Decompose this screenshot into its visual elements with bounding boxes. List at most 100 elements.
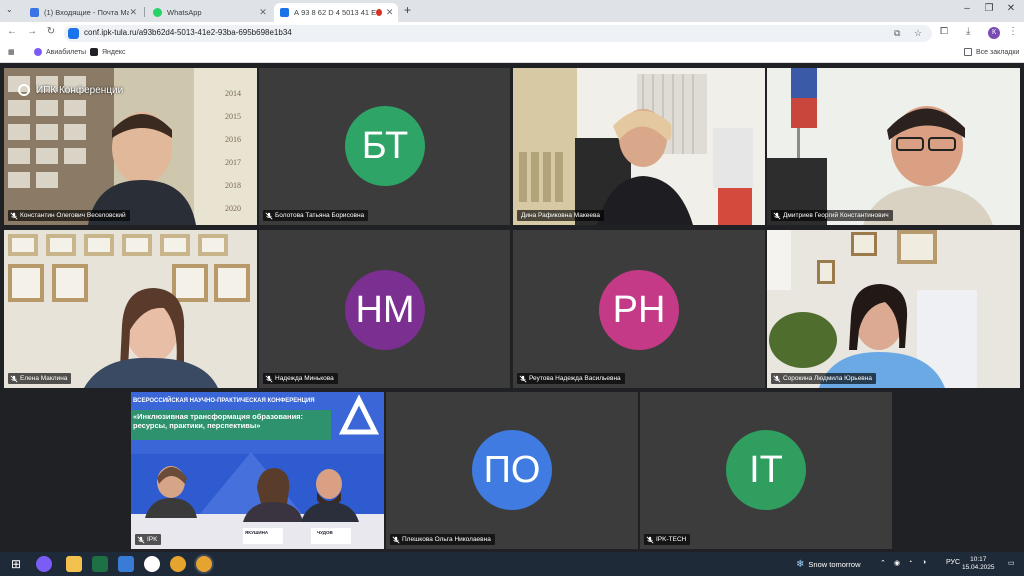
yandex-browser-icon[interactable] bbox=[144, 556, 160, 572]
tab-title: WhatsApp bbox=[167, 8, 202, 17]
participant-name-tag: Реутова Надежда Васильевна bbox=[517, 373, 625, 384]
participant-avatar: IT bbox=[726, 430, 806, 510]
participant-tile[interactable]: ПО Плешкова Ольга Николаевна bbox=[386, 392, 638, 549]
new-tab-button[interactable]: + bbox=[404, 3, 411, 17]
browser-toolbar: ← → ↻ conf.ipk-tula.ru/a93b62d4-5013-41e… bbox=[0, 22, 1024, 44]
windows-taskbar: ⊞ ❄ Snow tomorrow ⌃ ◉ ◔ ◑ РУС 10:17 15.0… bbox=[0, 552, 1024, 576]
tab-whatsapp[interactable]: WhatsApp ✕ bbox=[147, 3, 272, 22]
clock[interactable]: 10:17 15.04.2025 bbox=[962, 556, 995, 572]
banner-subtitle: «Инклюзивная трансформация образования: bbox=[133, 412, 304, 421]
file-explorer-icon[interactable] bbox=[66, 556, 82, 572]
conference-favicon-icon bbox=[280, 8, 289, 17]
forward-button[interactable]: → bbox=[26, 26, 38, 37]
participant-avatar: НМ bbox=[345, 270, 425, 350]
mail-favicon-icon bbox=[30, 8, 39, 17]
wall-years: 2014 2015 2016 2017 2018 2020 bbox=[218, 82, 248, 220]
participant-tile[interactable]: Дмитриев Георгий Константинович bbox=[767, 68, 1020, 225]
reload-button[interactable]: ↻ bbox=[45, 26, 57, 37]
participant-avatar: БТ bbox=[345, 106, 425, 186]
site-info-icon[interactable] bbox=[68, 28, 79, 39]
participant-name-tag: Сорокина Людмила Юрьевна bbox=[771, 373, 876, 384]
participant-name: Дмитриев Георгий Константинович bbox=[783, 212, 889, 219]
chrome-active-icon[interactable] bbox=[196, 556, 212, 572]
alice-icon[interactable] bbox=[36, 556, 52, 572]
conference-banner: ВСЕРОССИЙСКАЯ НАУЧНО-ПРАКТИЧЕСКАЯ КОНФЕР… bbox=[133, 398, 333, 430]
mic-muted-icon bbox=[773, 375, 781, 383]
participant-tile[interactable]: IT IPK-TECH bbox=[640, 392, 892, 549]
mic-muted-icon bbox=[773, 212, 781, 220]
install-app-icon[interactable]: ⧉ bbox=[894, 28, 900, 39]
close-icon[interactable]: ✕ bbox=[258, 7, 268, 18]
wall-year: 2014 bbox=[225, 89, 241, 98]
minimize-button[interactable]: – bbox=[960, 3, 974, 14]
participant-name: IPK-TECH bbox=[656, 536, 687, 543]
wifi-icon[interactable]: ◔ bbox=[908, 559, 912, 566]
menu-icon[interactable]: ⋮ bbox=[1008, 26, 1018, 37]
wall-year: 2018 bbox=[225, 181, 241, 190]
tab-conference[interactable]: А 93 8 62 D 4 5013 41 Е 2 9 ✕ bbox=[274, 3, 398, 22]
participant-tile[interactable]: ВСЕРОССИЙСКАЯ НАУЧНО-ПРАКТИЧЕСКАЯ КОНФЕР… bbox=[131, 392, 384, 549]
url-text: conf.ipk-tula.ru/a93b62d4-5013-41e2-93ba… bbox=[84, 28, 292, 37]
conference-grid: ИПК Конференции 2014 2015 2016 2017 2018… bbox=[0, 64, 1024, 552]
chrome-icon[interactable] bbox=[170, 556, 186, 572]
participant-tile[interactable]: ИПК Конференции 2014 2015 2016 2017 2018… bbox=[4, 68, 257, 225]
mic-muted-icon bbox=[265, 212, 273, 220]
tab-mail[interactable]: (1) Входящие - Почта Mail ✕ bbox=[24, 3, 142, 22]
tab-search-icon[interactable]: ⌄ bbox=[6, 5, 13, 14]
whatsapp-favicon-icon bbox=[153, 8, 162, 17]
participant-tile[interactable]: РН Реутова Надежда Васильевна bbox=[513, 230, 765, 388]
participant-tile[interactable]: Дина Рафиковна Макеева bbox=[513, 68, 765, 225]
logo-icon bbox=[18, 84, 30, 96]
mail-app-icon[interactable] bbox=[118, 556, 134, 572]
bookmark-yandex[interactable]: Яндекс bbox=[90, 48, 126, 56]
tab-divider bbox=[144, 7, 145, 17]
volume-icon[interactable]: ◑ bbox=[922, 559, 926, 566]
notification-icon[interactable]: ▭ bbox=[1008, 559, 1015, 567]
tab-strip: ⌄ (1) Входящие - Почта Mail ✕ WhatsApp ✕… bbox=[0, 0, 1024, 22]
close-icon[interactable]: ✕ bbox=[129, 7, 138, 18]
participant-name-tag: Надежда Минькова bbox=[263, 373, 338, 384]
participant-name-tag: Плешкова Ольга Николаевна bbox=[390, 534, 495, 545]
wall-year: 2016 bbox=[225, 135, 241, 144]
address-bar[interactable]: conf.ipk-tula.ru/a93b62d4-5013-41e2-93ba… bbox=[64, 25, 932, 42]
weather-text: Snow tomorrow bbox=[808, 560, 861, 569]
mic-muted-icon bbox=[519, 375, 527, 383]
back-button[interactable]: ← bbox=[6, 26, 18, 37]
video-feed bbox=[4, 230, 257, 388]
snow-icon: ❄ bbox=[796, 559, 805, 570]
participant-name-tag: Болотова Татьяна Борисовна bbox=[263, 210, 369, 221]
bookmark-aviabilety[interactable]: Авиабилеты bbox=[34, 48, 86, 56]
participant-name-tag: Дмитриев Георгий Константинович bbox=[771, 210, 893, 221]
participant-name: Плешкова Ольга Николаевна bbox=[402, 536, 491, 543]
all-bookmarks[interactable]: Все закладки bbox=[964, 48, 1019, 56]
participant-name-tag: IPK-TECH bbox=[644, 534, 691, 545]
start-button[interactable]: ⊞ bbox=[8, 556, 24, 572]
participant-tile[interactable]: НМ Надежда Минькова bbox=[259, 230, 510, 388]
tray-app-icon[interactable]: ◉ bbox=[894, 559, 900, 567]
bookmark-label: Яндекс bbox=[102, 48, 126, 56]
clock-time: 10:17 bbox=[970, 556, 987, 563]
wall-year: 2017 bbox=[225, 158, 241, 167]
apps-grid-icon[interactable]: ▦ bbox=[8, 48, 15, 56]
profile-avatar[interactable]: К bbox=[988, 27, 1000, 39]
participant-name: Константин Олегович Веселовский bbox=[20, 212, 126, 219]
mic-muted-icon bbox=[646, 536, 654, 544]
nameplate: ЯКУШИНА bbox=[245, 530, 269, 535]
mic-muted-icon bbox=[392, 536, 400, 544]
downloads-icon[interactable]: ⤓ bbox=[966, 26, 970, 37]
weather-widget[interactable]: ❄ Snow tomorrow bbox=[796, 559, 861, 570]
maximize-button[interactable]: ❐ bbox=[982, 3, 996, 14]
all-bookmarks-label: Все закладки bbox=[976, 48, 1020, 56]
tray-expand-icon[interactable]: ⌃ bbox=[880, 559, 886, 567]
extensions-icon[interactable]: ⧠ bbox=[940, 26, 948, 37]
participant-tile[interactable]: Сорокина Людмила Юрьевна bbox=[767, 230, 1020, 388]
participant-tile[interactable]: Елена Маклина bbox=[4, 230, 257, 388]
excel-icon[interactable] bbox=[92, 556, 108, 572]
bookmark-star-icon[interactable]: ☆ bbox=[914, 28, 922, 39]
language-indicator[interactable]: РУС bbox=[946, 559, 960, 566]
mic-muted-icon bbox=[10, 212, 18, 220]
participant-name-tag: Елена Маклина bbox=[8, 373, 72, 384]
close-icon[interactable]: ✕ bbox=[385, 7, 394, 18]
participant-tile[interactable]: БТ Болотова Татьяна Борисовна bbox=[259, 68, 510, 225]
window-close-button[interactable]: ✕ bbox=[1004, 3, 1018, 14]
